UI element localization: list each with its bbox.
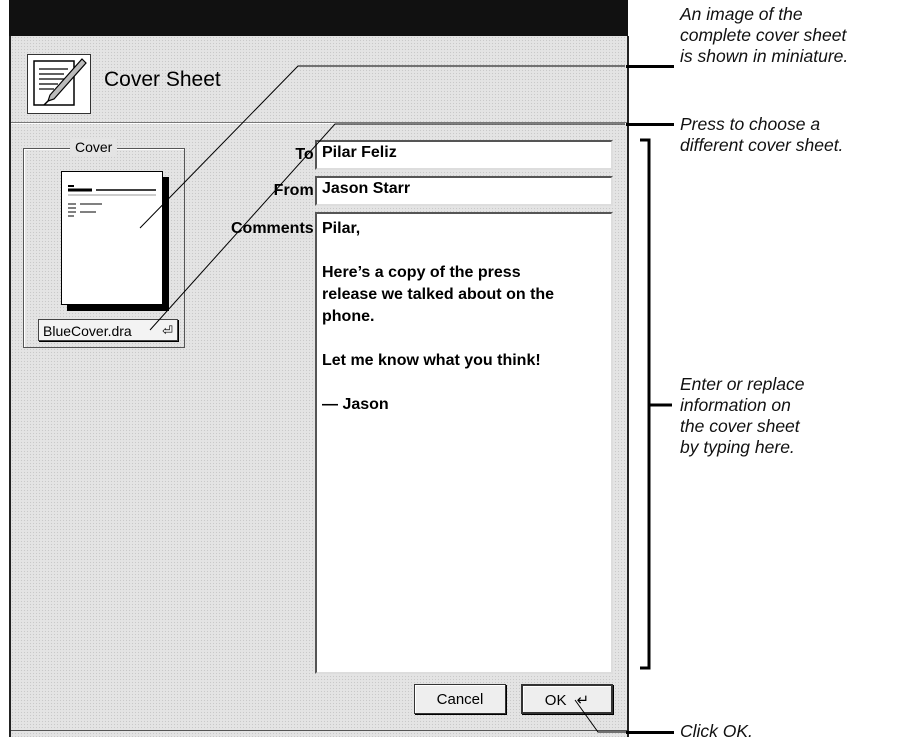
callout-choose-cover: Press to choose a different cover sheet.	[680, 114, 844, 155]
callout-pointer	[626, 123, 674, 126]
callout-click-ok: Click OK.	[680, 721, 753, 741]
callout-lines	[139, 65, 672, 733]
callout-enter-info: Enter or replace information on the cove…	[680, 374, 805, 457]
callout-pointer	[626, 65, 674, 68]
callout-pointer	[626, 731, 674, 734]
callout-miniature: An image of the complete cover sheet is …	[680, 4, 849, 66]
